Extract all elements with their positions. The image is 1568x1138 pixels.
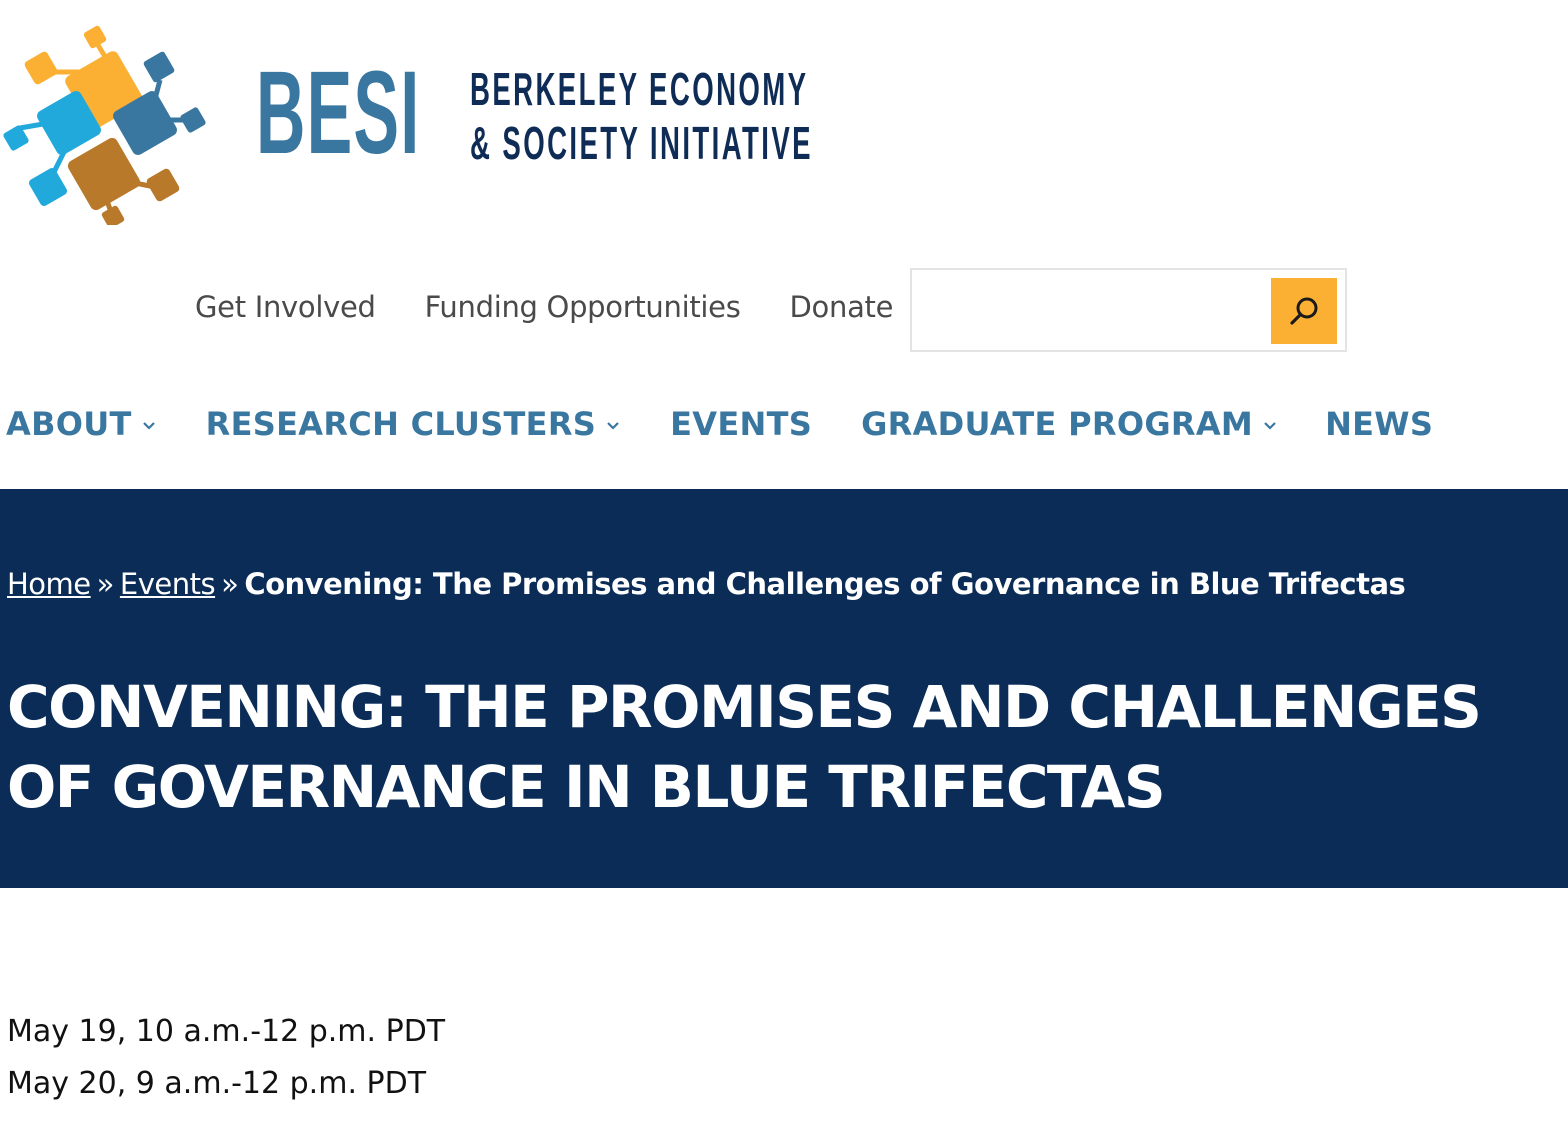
- search-input[interactable]: [922, 282, 1266, 340]
- page-title: Convening: The Promises and Challenges o…: [7, 673, 1482, 821]
- site-logo[interactable]: BESI BERKELEY ECONOMY & SOCIETY INITIATI…: [0, 0, 860, 240]
- event-time-day-2: May 20, 9 a.m.-12 p.m. PDT: [7, 1066, 427, 1101]
- nav-item-label: EVENTS: [670, 405, 813, 443]
- page-hero: Home» Events» Convening: The Promises and …: [0, 489, 1568, 888]
- breadcrumb-separator: »: [96, 567, 115, 601]
- util-link-funding-opportunities[interactable]: Funding Opportunities: [425, 290, 741, 324]
- search-icon: [1290, 297, 1318, 325]
- breadcrumb: Home» Events» Convening: The Promises and …: [7, 567, 1406, 601]
- chevron-down-icon: [1264, 422, 1276, 430]
- event-times: May 19, 10 a.m.-12 p.m. PDT May 20, 9 a.…: [7, 1006, 445, 1110]
- search-form: [910, 268, 1347, 352]
- logo-wordmark: BESI: [256, 47, 421, 179]
- nav-item-about[interactable]: ABOUT: [6, 405, 156, 443]
- breadcrumb-events-link[interactable]: Events: [120, 567, 216, 601]
- nav-item-news[interactable]: NEWS: [1325, 405, 1433, 443]
- util-link-donate[interactable]: Donate: [790, 290, 894, 324]
- nav-item-graduate-program[interactable]: GRADUATE PROGRAM: [861, 405, 1277, 443]
- breadcrumb-current: Convening: The Promises and Challenges o…: [244, 567, 1406, 601]
- main-nav: ABOUT RESEARCH CLUSTERS EVENTS GRADUATE …: [6, 405, 1433, 443]
- breadcrumb-home-link[interactable]: Home: [7, 567, 91, 601]
- chevron-down-icon: [607, 422, 619, 430]
- util-link-get-involved[interactable]: Get Involved: [195, 290, 376, 324]
- logo-tagline: BERKELEY ECONOMY & SOCIETY INITIATIVE: [470, 62, 813, 170]
- tagline-line-1: BERKELEY ECONOMY: [470, 63, 809, 115]
- nav-item-research-clusters[interactable]: RESEARCH CLUSTERS: [206, 405, 620, 443]
- utility-nav: Get Involved Funding Opportunities Donat…: [195, 290, 893, 324]
- nav-item-label: ABOUT: [6, 405, 132, 443]
- besi-logo-mark-icon: [3, 25, 206, 225]
- search-button[interactable]: [1271, 278, 1337, 344]
- event-time-day-1: May 19, 10 a.m.-12 p.m. PDT: [7, 1014, 446, 1049]
- nav-item-events[interactable]: EVENTS: [670, 405, 812, 443]
- tagline-line-2: & SOCIETY INITIATIVE: [470, 117, 813, 169]
- nav-item-label: GRADUATE PROGRAM: [861, 405, 1254, 443]
- nav-item-label: RESEARCH CLUSTERS: [205, 405, 597, 443]
- chevron-down-icon: [142, 422, 155, 430]
- breadcrumb-separator: »: [221, 567, 239, 601]
- nav-item-label: NEWS: [1325, 405, 1434, 443]
